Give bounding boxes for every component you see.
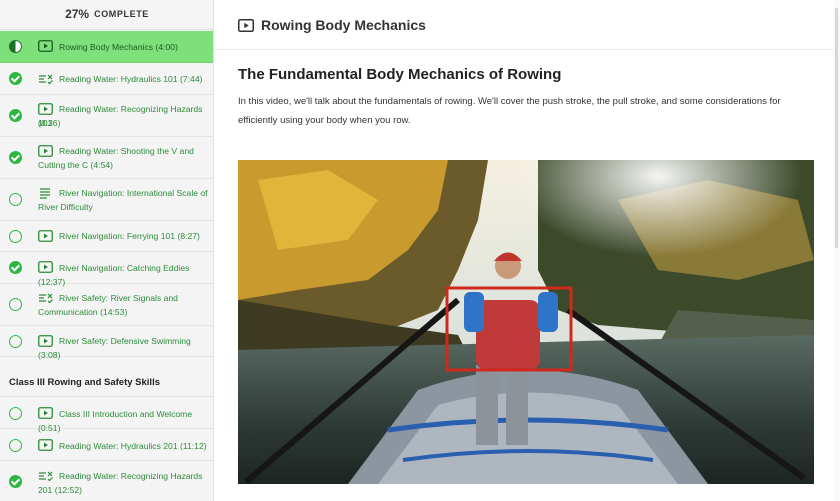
sidebar-item-label-line2: River Difficulty <box>38 202 93 212</box>
half-progress-icon <box>9 40 22 53</box>
sidebar-item-label-line1: Reading Water: Shooting the V and <box>59 146 194 156</box>
check-icon <box>9 151 22 164</box>
sidebar-item-defensive-swimming[interactable]: River Safety: Defensive Swimming (3:08) <box>0 326 213 360</box>
sidebar-item-label-line1: River Safety: River Signals and <box>59 293 178 303</box>
lesson-headline: The Fundamental Body Mechanics of Rowing <box>238 66 562 83</box>
sidebar-item-label-line1: Reading Water: Recognizing Hazards <box>59 471 203 481</box>
scrollbar-thumb[interactable] <box>835 8 838 248</box>
check-icon <box>9 109 22 122</box>
sidebar-item-river-signals[interactable]: River Safety: River Signals and Communic… <box>0 284 213 326</box>
video-frame <box>238 160 814 484</box>
incomplete-circle-icon <box>9 407 22 420</box>
sidebar-item-label-line1: River Navigation: International Scale of <box>59 188 208 198</box>
section-title: Class III Rowing and Safety Skills <box>9 377 160 388</box>
sidebar-item-label-line2: (8:36) <box>38 118 61 128</box>
check-icon <box>9 261 22 274</box>
sidebar-item-label: Reading Water: Hydraulics 101 (7:44) <box>59 74 203 84</box>
check-icon <box>9 475 22 488</box>
lesson-title: Rowing Body Mechanics <box>261 17 426 33</box>
video-player[interactable] <box>238 160 814 484</box>
progress-label: COMPLETE <box>94 9 149 19</box>
course-progress: 27% COMPLETE <box>0 0 213 28</box>
sidebar-item-catching-eddies[interactable]: River Navigation: Catching Eddies (12:37… <box>0 252 213 287</box>
progress-percent: 27% <box>65 7 90 21</box>
sidebar-item-rowing-body-mechanics[interactable]: Rowing Body Mechanics (4:00) <box>0 31 213 63</box>
incomplete-circle-icon <box>9 439 22 452</box>
sidebar-item-label-line2: Communication (14:53) <box>38 307 128 317</box>
sidebar-item-label: Rowing Body Mechanics (4:00) <box>59 42 178 52</box>
video-icon <box>238 18 254 32</box>
sidebar-item-shooting-the-v[interactable]: Reading Water: Shooting the V and Cuttin… <box>0 137 213 179</box>
sidebar-item-class-iii-intro[interactable]: Class III Introduction and Welcome (0:51… <box>0 397 213 433</box>
sidebar-item-label-line2: Cutting the C (4:54) <box>38 160 113 170</box>
sidebar-item-label-line2: 201 (12:52) <box>38 485 82 495</box>
sidebar-item-ferrying-101[interactable]: River Navigation: Ferrying 101 (8:27) <box>0 221 213 252</box>
header-divider <box>214 49 840 50</box>
sidebar-item-recognizing-hazards-101[interactable]: Reading Water: Recognizing Hazards 101 (… <box>0 95 213 137</box>
sidebar-item-label: Reading Water: Hydraulics 201 (11:12) <box>59 441 207 451</box>
course-sidebar: 27% COMPLETE Rowing Body Mechanics (4:00… <box>0 0 214 501</box>
incomplete-circle-icon <box>9 230 22 243</box>
sidebar-item-label: River Navigation: Ferrying 101 (8:27) <box>59 231 200 241</box>
sidebar-item-international-scale[interactable]: River Navigation: International Scale of… <box>0 179 213 221</box>
sidebar-item-label: River Safety: Defensive Swimming (3:08) <box>38 336 191 360</box>
sidebar-item-hydraulics-101[interactable]: Reading Water: Hydraulics 101 (7:44) <box>0 63 213 95</box>
lesson-header: Rowing Body Mechanics <box>238 17 426 33</box>
incomplete-circle-icon <box>9 298 22 311</box>
check-icon <box>9 72 22 85</box>
lesson-intro: In this video, we'll talk about the fund… <box>238 96 781 126</box>
incomplete-circle-icon <box>9 335 22 348</box>
sidebar-item-hydraulics-201[interactable]: Reading Water: Hydraulics 201 (11:12) <box>0 429 213 461</box>
incomplete-circle-icon <box>9 193 22 206</box>
sidebar-item-recognizing-hazards-201[interactable]: Reading Water: Recognizing Hazards 201 (… <box>0 461 213 501</box>
